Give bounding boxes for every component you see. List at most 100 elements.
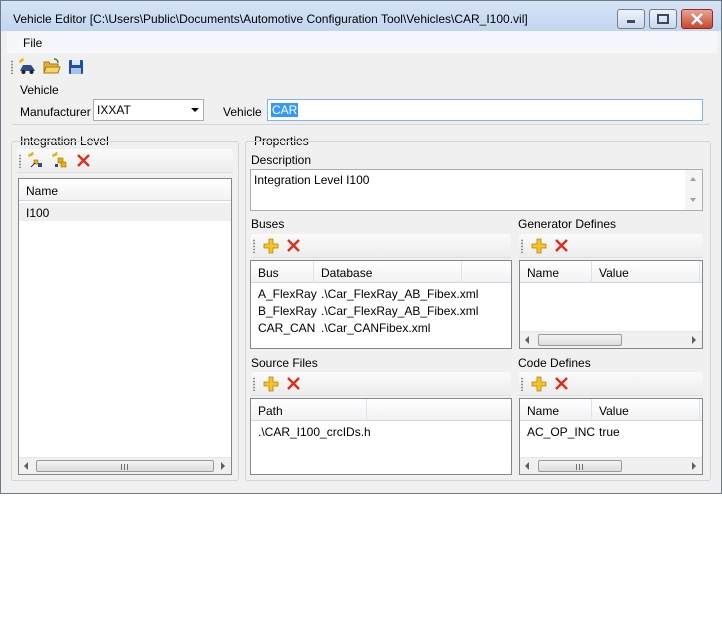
- save-disk-icon: [69, 60, 83, 74]
- buses-table[interactable]: Bus Database A_FlexRay .\Car_FlexRay_AB_…: [250, 260, 512, 349]
- window-title: Vehicle Editor [C:\Users\Public\Document…: [13, 12, 528, 26]
- chevron-down-icon: [191, 108, 199, 112]
- code-defines-table[interactable]: Name Value AC_OP_INC true: [519, 398, 703, 475]
- menu-file[interactable]: File: [23, 36, 42, 50]
- generator-defines-table[interactable]: Name Value: [519, 260, 703, 349]
- toolbar-grip[interactable]: [521, 377, 523, 391]
- table-row[interactable]: AC_OP_INC true: [520, 424, 702, 441]
- buses-toolbar: [251, 234, 511, 258]
- new-vehicle-button[interactable]: [19, 58, 37, 76]
- table-row[interactable]: .\CAR_I100_crcIDs.h: [251, 424, 511, 441]
- delete-icon: [555, 377, 568, 390]
- toolbar-grip[interactable]: [19, 154, 21, 168]
- table-row[interactable]: B_FlexRay .\Car_FlexRay_AB_Fibex.xml: [251, 303, 511, 320]
- close-icon: [691, 13, 703, 25]
- delete-icon: [77, 154, 90, 167]
- integration-level-list[interactable]: Name I100: [18, 178, 232, 475]
- minimize-button[interactable]: [617, 9, 645, 29]
- scrollbar-thumb[interactable]: [36, 460, 214, 472]
- add-level-button[interactable]: [27, 152, 45, 170]
- vehicle-label: Vehicle: [223, 105, 262, 119]
- scrollbar-thumb[interactable]: [538, 460, 622, 472]
- bus-database: .\Car_CANFibex.xml: [321, 321, 431, 335]
- column-header-path[interactable]: Path: [251, 399, 367, 421]
- code-defines-toolbar: [519, 372, 703, 396]
- grip-icon: [121, 464, 129, 470]
- vehicle-name-input[interactable]: CAR: [267, 99, 703, 121]
- delete-generator-define-button[interactable]: [553, 237, 571, 255]
- maximize-button[interactable]: [649, 9, 677, 29]
- add-icon: [263, 376, 279, 392]
- column-header-name[interactable]: Name: [520, 261, 592, 283]
- description-label: Description: [251, 153, 312, 167]
- scroll-right-icon[interactable]: [692, 336, 696, 344]
- toolbar-grip[interactable]: [253, 377, 255, 391]
- delete-level-button[interactable]: [75, 152, 93, 170]
- scrollbar-thumb[interactable]: [538, 334, 622, 346]
- column-header-filler: [462, 261, 511, 283]
- source-file-path: .\CAR_I100_crcIDs.h: [258, 425, 371, 439]
- scroll-right-icon[interactable]: [221, 462, 225, 470]
- column-header-name[interactable]: Name: [520, 399, 592, 421]
- horizontal-scrollbar[interactable]: [520, 457, 702, 474]
- save-button[interactable]: [67, 58, 85, 76]
- new-vehicle-icon: [19, 58, 35, 74]
- bus-name: A_FlexRay: [258, 287, 317, 301]
- source-files-toolbar: [251, 372, 511, 396]
- vehicle-editor-window: Vehicle Editor [C:\Users\Public\Document…: [0, 0, 722, 494]
- maximize-icon: [657, 14, 669, 24]
- toolbar-grip[interactable]: [253, 239, 255, 253]
- manufacturer-dropdown[interactable]: IXXAT: [93, 99, 204, 121]
- buses-label: Buses: [251, 217, 285, 231]
- generator-defines-toolbar: [519, 234, 703, 258]
- close-button[interactable]: [681, 9, 713, 29]
- generator-defines-label: Generator Defines: [518, 217, 617, 231]
- scroll-left-icon[interactable]: [525, 462, 529, 470]
- description-value: Integration Level I100: [254, 173, 370, 187]
- copy-level-button[interactable]: [51, 152, 69, 170]
- delete-bus-button[interactable]: [285, 237, 303, 255]
- list-item[interactable]: I100: [19, 203, 231, 221]
- delete-source-file-button[interactable]: [285, 375, 303, 393]
- bus-name: CAR_CAN: [258, 321, 316, 335]
- scroll-up-icon[interactable]: [690, 177, 696, 181]
- horizontal-scrollbar[interactable]: [520, 331, 702, 348]
- vertical-scrollbar[interactable]: [685, 170, 702, 210]
- add-source-file-button[interactable]: [262, 375, 280, 393]
- add-bus-button[interactable]: [262, 237, 280, 255]
- toolbar-grip[interactable]: [11, 60, 13, 74]
- code-define-value: true: [599, 425, 620, 439]
- column-header-value[interactable]: Value: [592, 261, 700, 283]
- column-header-bus[interactable]: Bus: [251, 261, 314, 283]
- generator-defines-header: Name Value: [520, 261, 702, 283]
- title-bar[interactable]: Vehicle Editor [C:\Users\Public\Document…: [1, 1, 721, 31]
- add-icon: [531, 238, 547, 254]
- list-item-label: I100: [26, 206, 50, 220]
- delete-code-define-button[interactable]: [553, 375, 571, 393]
- table-row[interactable]: A_FlexRay .\Car_FlexRay_AB_Fibex.xml: [251, 286, 511, 303]
- menu-bar: File: [7, 31, 717, 53]
- source-files-table[interactable]: Path .\CAR_I100_crcIDs.h: [250, 398, 512, 475]
- code-defines-header: Name Value: [520, 399, 702, 421]
- open-button[interactable]: [43, 58, 61, 76]
- horizontal-scrollbar[interactable]: [19, 457, 231, 474]
- scroll-left-icon[interactable]: [24, 462, 28, 470]
- scroll-left-icon[interactable]: [525, 336, 529, 344]
- column-header-name[interactable]: Name: [19, 179, 231, 201]
- table-row[interactable]: CAR_CAN .\Car_CANFibex.xml: [251, 320, 511, 337]
- add-icon: [531, 376, 547, 392]
- column-header-value[interactable]: Value: [592, 399, 700, 421]
- scroll-down-icon[interactable]: [690, 198, 696, 202]
- toolbar-grip[interactable]: [521, 239, 523, 253]
- add-code-define-button[interactable]: [530, 375, 548, 393]
- add-level-icon: [27, 152, 42, 168]
- description-textarea[interactable]: Integration Level I100: [250, 169, 703, 211]
- delete-icon: [287, 239, 300, 252]
- column-header-database[interactable]: Database: [314, 261, 462, 283]
- add-generator-define-button[interactable]: [530, 237, 548, 255]
- source-files-header: Path: [251, 399, 511, 421]
- main-toolbar: [7, 55, 717, 81]
- scroll-right-icon[interactable]: [692, 462, 696, 470]
- code-define-name: AC_OP_INC: [527, 425, 596, 439]
- bus-database: .\Car_FlexRay_AB_Fibex.xml: [321, 287, 479, 301]
